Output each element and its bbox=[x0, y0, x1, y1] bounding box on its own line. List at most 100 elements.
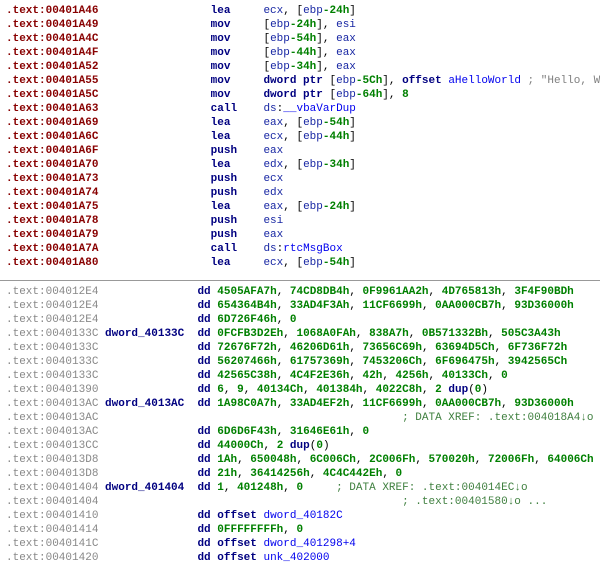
mnemonic: push bbox=[211, 229, 264, 241]
disasm-row: .text:00401A70 lea edx, [ebp-34h] bbox=[6, 158, 594, 172]
address: .text:00401A73 bbox=[6, 173, 98, 185]
data-row: .text:00401414 dd 0FFFFFFFFh, 0 bbox=[6, 523, 594, 537]
address: .text:004013AC bbox=[6, 412, 98, 424]
address: .text:00401410 bbox=[6, 510, 98, 522]
data-row: .text:004013AC dd 6D6D6F43h, 31646E61h, … bbox=[6, 425, 594, 439]
symbol-label: dword_40133C bbox=[105, 328, 184, 340]
address: .text:0040133C bbox=[6, 370, 98, 382]
data-row: .text:004013AC ; DATA XREF: .text:004018… bbox=[6, 411, 594, 425]
mnemonic: lea bbox=[211, 5, 264, 17]
mnemonic: lea bbox=[211, 131, 264, 143]
mnemonic: push bbox=[211, 187, 264, 199]
address: .text:00401A70 bbox=[6, 159, 98, 171]
address: .text:00401404 bbox=[6, 482, 98, 494]
data-row: .text:004013CC dd 44000Ch, 2 dup(0) bbox=[6, 439, 594, 453]
mnemonic: call bbox=[211, 103, 264, 115]
data-row: .text:0040133C dword_40133C dd 0FCFB3D2E… bbox=[6, 327, 594, 341]
disasm-row: .text:00401A73 push ecx bbox=[6, 172, 594, 186]
address: .text:00401404 bbox=[6, 496, 98, 508]
address: .text:00401414 bbox=[6, 524, 98, 536]
mnemonic: push bbox=[211, 173, 264, 185]
mnemonic: mov bbox=[211, 75, 264, 87]
data-row: .text:004012E4 dd 4505AFA7h, 74CD8DB4h, … bbox=[6, 285, 594, 299]
address: .text:00401420 bbox=[6, 552, 98, 564]
directive: dd bbox=[197, 398, 210, 410]
address: .text:004013D8 bbox=[6, 454, 98, 466]
disasm-row: .text:00401A6F push eax bbox=[6, 144, 594, 158]
mnemonic: mov bbox=[211, 19, 264, 31]
address: .text:00401A63 bbox=[6, 103, 98, 115]
directive: dd bbox=[197, 370, 210, 382]
address: .text:00401A6C bbox=[6, 131, 98, 143]
mnemonic: mov bbox=[211, 47, 264, 59]
disasm-row: .text:00401A74 push edx bbox=[6, 186, 594, 200]
disasm-row: .text:00401A5C mov dword ptr [ebp-64h], … bbox=[6, 88, 594, 102]
directive: dd bbox=[197, 468, 210, 480]
disasm-row: .text:00401A4C mov [ebp-54h], eax bbox=[6, 32, 594, 46]
directive: dd bbox=[197, 538, 210, 550]
disasm-row: .text:00401A55 mov dword ptr [ebp-5Ch], … bbox=[6, 74, 594, 88]
address: .text:00401A49 bbox=[6, 19, 98, 31]
address: .text:0040133C bbox=[6, 342, 98, 354]
directive: dd bbox=[197, 482, 210, 494]
disasm-row: .text:00401A6C lea ecx, [ebp-44h] bbox=[6, 130, 594, 144]
mnemonic: lea bbox=[211, 117, 264, 129]
disasm-row: .text:00401A79 push eax bbox=[6, 228, 594, 242]
address: .text:0040141C bbox=[6, 538, 98, 550]
address: .text:004012E4 bbox=[6, 286, 98, 298]
disasm-top-section: .text:00401A46 lea ecx, [ebp-24h].text:0… bbox=[0, 0, 600, 280]
address: .text:004012E4 bbox=[6, 300, 98, 312]
data-row: .text:00401390 dd 6, 9, 40134Ch, 401384h… bbox=[6, 383, 594, 397]
data-row: .text:0040133C dd 56207466h, 61757369h, … bbox=[6, 355, 594, 369]
mnemonic: lea bbox=[211, 201, 264, 213]
directive: dd bbox=[197, 524, 210, 536]
address: .text:00401A46 bbox=[6, 5, 98, 17]
directive: dd bbox=[197, 426, 210, 438]
data-row: .text:004012E4 dd 654364B4h, 33AD4F3Ah, … bbox=[6, 299, 594, 313]
symbol-label: dword_401404 bbox=[105, 482, 184, 494]
mnemonic: push bbox=[211, 145, 264, 157]
data-row: .text:004012E4 dd 6D726F46h, 0 bbox=[6, 313, 594, 327]
data-row: .text:00401420 dd offset unk_402000 bbox=[6, 551, 594, 565]
directive: dd bbox=[197, 356, 210, 368]
disasm-row: .text:00401A49 mov [ebp-24h], esi bbox=[6, 18, 594, 32]
directive: dd bbox=[197, 328, 210, 340]
data-row: .text:0040133C dd 72676F72h, 46206D61h, … bbox=[6, 341, 594, 355]
disasm-row: .text:00401A80 lea ecx, [ebp-54h] bbox=[6, 256, 594, 270]
address: .text:00401A80 bbox=[6, 257, 98, 269]
mnemonic: push bbox=[211, 215, 264, 227]
disasm-bottom-section: .text:004012E4 dd 4505AFA7h, 74CD8DB4h, … bbox=[0, 280, 600, 575]
address: .text:0040133C bbox=[6, 356, 98, 368]
mnemonic: call bbox=[211, 243, 264, 255]
mnemonic: mov bbox=[211, 89, 264, 101]
directive: dd bbox=[197, 440, 210, 452]
address: .text:00401A55 bbox=[6, 75, 98, 87]
directive: dd bbox=[197, 510, 210, 522]
address: .text:004013CC bbox=[6, 440, 98, 452]
data-row: .text:004013D8 dd 1Ah, 650048h, 6C006Ch,… bbox=[6, 453, 594, 467]
disasm-row: .text:00401A63 call ds:__vbaVarDup bbox=[6, 102, 594, 116]
data-row: .text:004013AC dword_4013AC dd 1A98C0A7h… bbox=[6, 397, 594, 411]
address: .text:00401390 bbox=[6, 384, 98, 396]
address: .text:004012E4 bbox=[6, 314, 98, 326]
disasm-row: .text:00401A75 lea eax, [ebp-24h] bbox=[6, 200, 594, 214]
address: .text:00401A74 bbox=[6, 187, 98, 199]
directive: dd bbox=[197, 342, 210, 354]
mnemonic: lea bbox=[211, 257, 264, 269]
address: .text:00401A79 bbox=[6, 229, 98, 241]
address: .text:00401A5C bbox=[6, 89, 98, 101]
address: .text:00401A78 bbox=[6, 215, 98, 227]
address: .text:00401A69 bbox=[6, 117, 98, 129]
address: .text:004013AC bbox=[6, 426, 98, 438]
data-row: .text:00401404 dword_401404 dd 1, 401248… bbox=[6, 481, 594, 495]
data-row: .text:0040133C dd 42565C38h, 4C4F2E36h, … bbox=[6, 369, 594, 383]
mnemonic: mov bbox=[211, 33, 264, 45]
symbol-label: dword_4013AC bbox=[105, 398, 184, 410]
comment: ; "Hello, World!" bbox=[521, 75, 600, 87]
data-row: .text:0040141C dd offset dword_401298+4 bbox=[6, 537, 594, 551]
address: .text:00401A4C bbox=[6, 33, 98, 45]
address: .text:00401A75 bbox=[6, 201, 98, 213]
disasm-row: .text:00401A52 mov [ebp-34h], eax bbox=[6, 60, 594, 74]
data-row: .text:00401410 dd offset dword_40182C bbox=[6, 509, 594, 523]
address: .text:004013AC bbox=[6, 398, 98, 410]
